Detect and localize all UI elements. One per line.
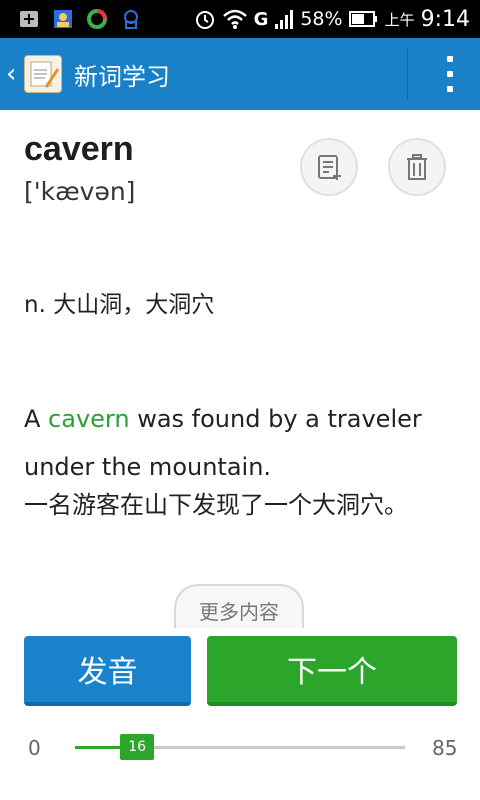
mascot-icon — [124, 10, 138, 29]
add-to-wordbook-button[interactable] — [300, 138, 358, 196]
contact-card-icon — [54, 10, 72, 28]
progress-max: 85 — [432, 736, 458, 760]
status-bar: G 58% 上午 9:14 — [0, 0, 480, 38]
example-prefix: A — [24, 405, 49, 433]
page-title: 新词学习 — [74, 62, 170, 91]
sync-icon — [87, 9, 107, 29]
word-phonetic: ['kævən] — [24, 177, 136, 206]
pronounce-button[interactable]: 发音 — [24, 636, 191, 706]
delete-button[interactable] — [388, 138, 446, 196]
clock-ampm: 上午 — [384, 10, 415, 29]
add-icon — [20, 11, 38, 27]
progress-thumb[interactable]: 16 — [120, 734, 155, 760]
action-bar: ‹ 新词学习 — [0, 38, 480, 110]
word-definition: n. 大山洞，大洞穴 — [24, 292, 215, 318]
alarm-icon — [195, 11, 214, 29]
back-chevron-icon[interactable]: ‹ — [6, 59, 20, 89]
clock-time: 9:14 — [420, 6, 470, 32]
battery-icon — [348, 11, 377, 27]
add-note-icon — [318, 155, 341, 180]
next-button[interactable]: 下一个 — [207, 636, 457, 706]
word-headword: cavern — [24, 130, 134, 168]
example-highlight: cavern — [48, 405, 130, 433]
more-content-button[interactable]: 更多内容 — [174, 584, 304, 628]
trash-icon — [407, 154, 427, 180]
progress-min: 0 — [28, 736, 41, 760]
action-bar-divider — [407, 48, 408, 100]
example-translation: 一名游客在山下发现了一个大洞穴。 — [24, 491, 408, 519]
signal-icon — [275, 10, 294, 29]
wifi-icon — [222, 9, 247, 29]
app-logo-icon[interactable] — [24, 55, 62, 93]
example-sentence: A cavern was found by a traveler under t… — [24, 395, 464, 491]
network-type: G — [253, 8, 269, 30]
battery-percent: 58% — [300, 8, 343, 30]
progress-slider[interactable]: 16 — [75, 734, 405, 760]
overflow-menu-icon[interactable] — [446, 56, 454, 92]
